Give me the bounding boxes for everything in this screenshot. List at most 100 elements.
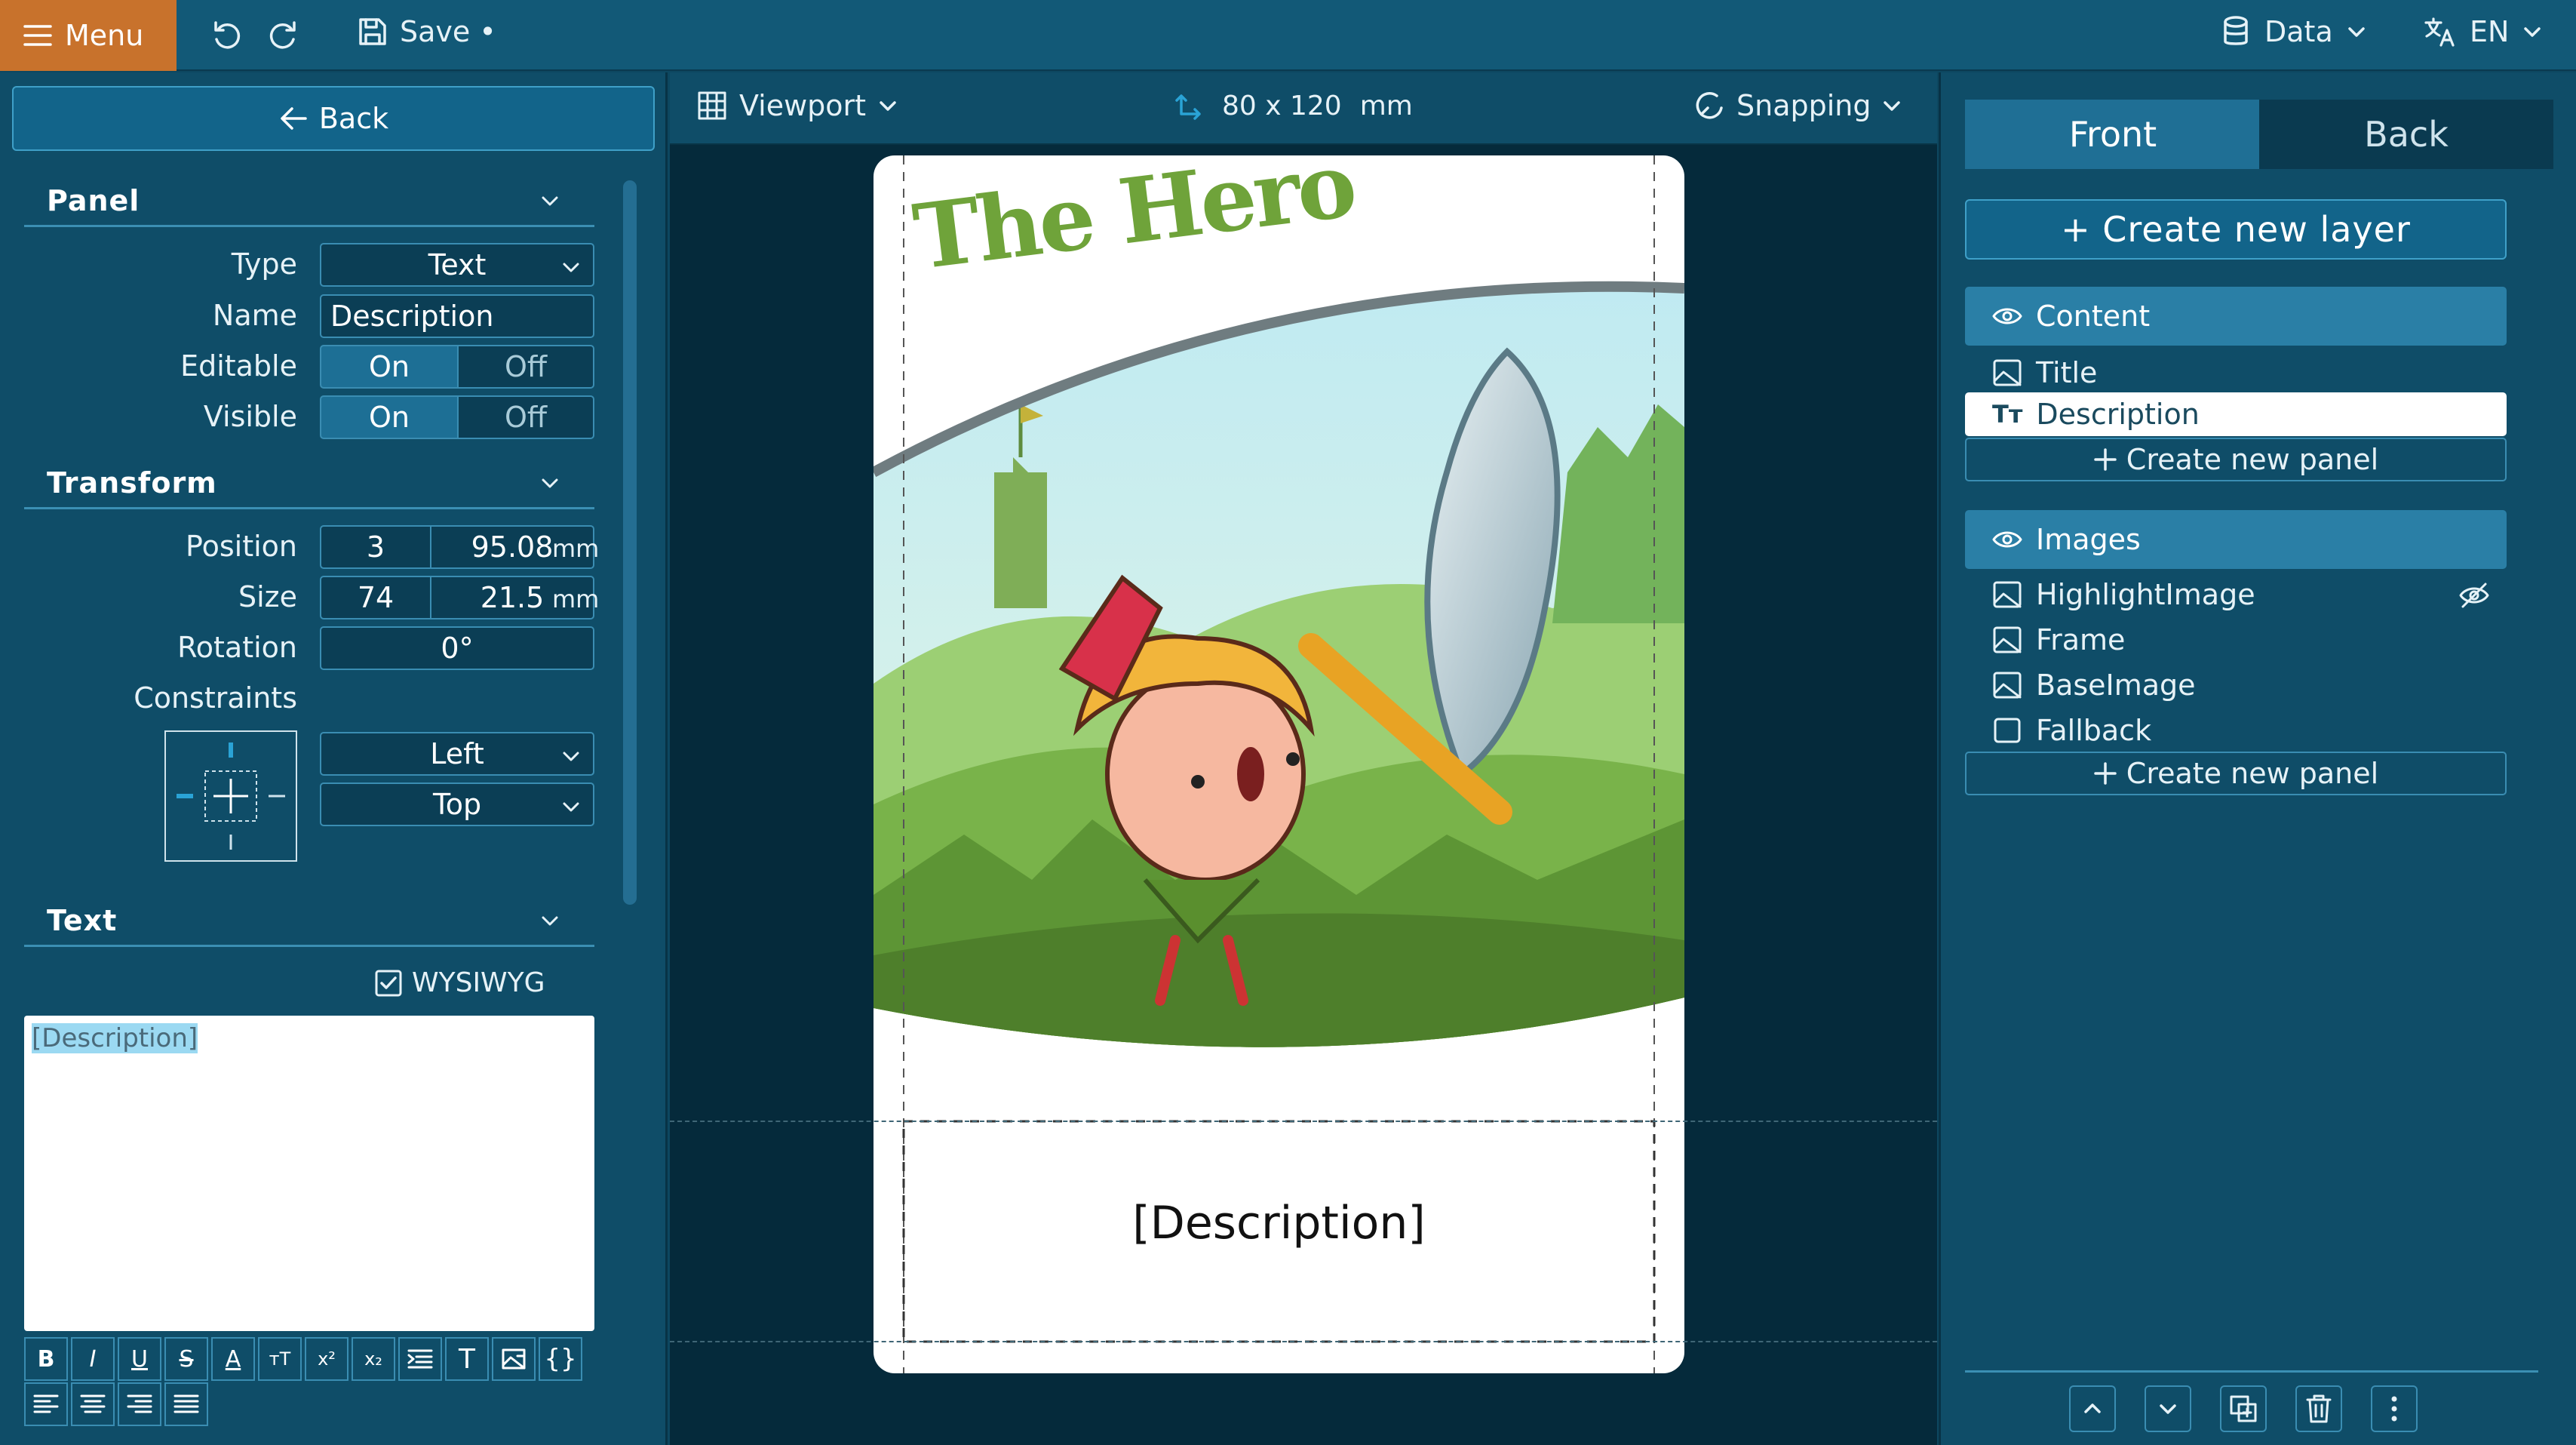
move-down-button[interactable] (2145, 1385, 2191, 1432)
text-type-icon: Tт (1992, 400, 2023, 429)
card-size-display: 80 x 120 mm (1174, 91, 1413, 121)
rotation-input[interactable]: 0° (320, 626, 594, 670)
text-color-button[interactable]: A (211, 1337, 255, 1381)
image-icon (1993, 581, 2022, 608)
align-center-icon (80, 1394, 106, 1413)
visible-on-toggle[interactable]: On (320, 395, 459, 439)
layer-label: Title (2036, 356, 2098, 389)
align-left-button[interactable] (24, 1382, 68, 1426)
layer-label: BaseImage (2036, 669, 2196, 702)
align-right-button[interactable] (118, 1382, 161, 1426)
layer-group-content[interactable]: Content (1965, 287, 2507, 346)
language-label: EN (2470, 15, 2510, 48)
database-icon (2224, 16, 2248, 45)
braces-icon: {} (544, 1344, 577, 1374)
type-select[interactable]: Text (320, 243, 594, 287)
chevron-up-icon (2084, 1403, 2101, 1413)
name-input[interactable]: Description (320, 294, 594, 338)
constraints-diagram[interactable] (164, 730, 297, 862)
duplicate-button[interactable] (2220, 1385, 2267, 1432)
constraints-label: Constraints (134, 681, 297, 715)
panel-section-title: Panel (47, 184, 140, 217)
viewport-menu[interactable]: Viewport (697, 89, 898, 122)
constraint-horizontal-select[interactable]: Left (320, 732, 594, 776)
language-button[interactable]: EN (2423, 15, 2542, 48)
format-toolbar: B I U S A тT x² x₂ T {} (24, 1337, 582, 1381)
layer-item-highlightimage[interactable]: HighlightImage (1992, 573, 2490, 616)
insert-image-button[interactable] (492, 1337, 536, 1381)
card-description[interactable]: [Description] (904, 1197, 1654, 1250)
properties-panel: Back Panel Type Text Name Description Ed… (0, 72, 668, 1445)
eye-off-icon[interactable] (2458, 581, 2490, 610)
italic-button[interactable]: I (71, 1337, 115, 1381)
insert-image-icon (502, 1348, 526, 1370)
create-panel-label: Create new panel (2126, 443, 2379, 476)
back-button[interactable]: Back (12, 86, 655, 151)
size-unit: mm (552, 585, 600, 613)
create-panel-button-images[interactable]: Create new panel (1965, 752, 2507, 795)
text-section-collapse[interactable] (540, 913, 560, 928)
layer-actions (2069, 1385, 2418, 1432)
wysiwyg-checkbox[interactable]: WYSIWYG (374, 967, 545, 998)
align-center-button[interactable] (71, 1382, 115, 1426)
redo-button[interactable] (266, 18, 300, 53)
canvas-toolbar: Viewport 80 x 120 mm Snapping (670, 72, 1937, 145)
position-label: Position (186, 530, 297, 563)
chevron-down-icon (880, 101, 896, 111)
create-panel-button-content[interactable]: Create new panel (1965, 438, 2507, 481)
top-bar: Menu Save • Data EN (0, 0, 2576, 71)
card-preview[interactable]: The Hero [Description] (874, 155, 1684, 1373)
delete-button[interactable] (2295, 1385, 2342, 1432)
guide-line (670, 1121, 1937, 1122)
superscript-button[interactable]: x² (305, 1337, 348, 1381)
undo-icon (214, 21, 241, 49)
save-button[interactable]: Save • (356, 15, 496, 48)
panel-section-collapse[interactable] (540, 193, 560, 208)
create-layer-button[interactable]: + Create new layer (1965, 199, 2507, 260)
font-size-button[interactable]: тT (258, 1337, 302, 1381)
trash-icon (2306, 1394, 2332, 1423)
text-style-button[interactable]: T (445, 1337, 489, 1381)
eye-icon (1992, 308, 2022, 324)
save-label: Save • (400, 15, 496, 48)
size-width-input[interactable]: 74 (320, 576, 431, 620)
transform-section-collapse[interactable] (540, 475, 560, 490)
position-y-value: 95.08 (471, 530, 554, 564)
insert-variable-button[interactable]: {} (539, 1337, 582, 1381)
more-options-button[interactable] (2371, 1385, 2418, 1432)
panel-scrollbar[interactable] (623, 180, 637, 905)
visible-off-toggle[interactable]: Off (457, 395, 594, 439)
name-value: Description (330, 300, 494, 333)
constraint-vertical-select[interactable]: Top (320, 782, 594, 826)
bold-button[interactable]: B (24, 1337, 68, 1381)
snapping-menu[interactable]: Snapping (1694, 89, 1902, 122)
plus-icon (2094, 762, 2117, 785)
align-justify-button[interactable] (164, 1382, 208, 1426)
layer-item-baseimage[interactable]: BaseImage (1992, 664, 2196, 706)
tab-back[interactable]: Back (2259, 100, 2553, 169)
underline-button[interactable]: U (118, 1337, 161, 1381)
menu-button[interactable]: Menu (0, 0, 177, 71)
data-menu-button[interactable]: Data (2221, 15, 2366, 48)
align-right-icon (127, 1394, 152, 1413)
layer-item-description[interactable]: Tт Description (1965, 392, 2507, 436)
move-up-button[interactable] (2069, 1385, 2116, 1432)
text-editor[interactable]: [Description] (24, 1016, 594, 1331)
editable-on-toggle[interactable]: On (320, 345, 459, 389)
undo-button[interactable] (210, 18, 244, 53)
data-label: Data (2264, 15, 2333, 48)
resize-arrows-icon (1175, 94, 1201, 120)
hamburger-icon (23, 25, 52, 46)
layer-item-frame[interactable]: Frame (1992, 619, 2125, 661)
editable-off-toggle[interactable]: Off (457, 345, 594, 389)
bold-icon: B (37, 1345, 55, 1373)
layer-item-title[interactable]: Title (1992, 352, 2097, 394)
position-x-input[interactable]: 3 (320, 525, 431, 569)
subscript-button[interactable]: x₂ (352, 1337, 395, 1381)
layer-group-images[interactable]: Images (1965, 510, 2507, 569)
layer-item-fallback[interactable]: Fallback (1992, 709, 2151, 752)
strikethrough-button[interactable]: S (164, 1337, 208, 1381)
indent-button[interactable] (398, 1337, 442, 1381)
snapping-label: Snapping (1736, 89, 1871, 122)
tab-front[interactable]: Front (1965, 100, 2261, 169)
